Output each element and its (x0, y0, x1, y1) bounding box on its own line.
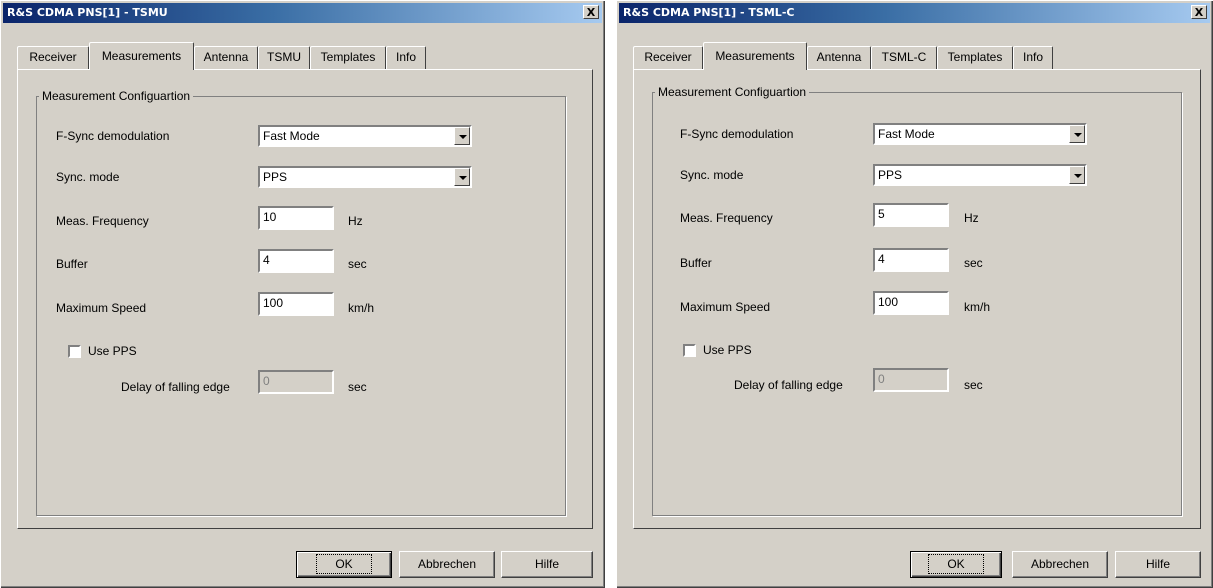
tab-info[interactable]: Info (1013, 46, 1053, 69)
buffer-unit: sec (348, 257, 367, 271)
fsync-value: Fast Mode (263, 129, 320, 143)
fsync-value: Fast Mode (878, 127, 935, 141)
meas-frequency-label: Meas. Frequency (56, 214, 149, 228)
meas-frequency-input[interactable]: 5 (873, 203, 949, 227)
sync-mode-value: PPS (878, 168, 903, 182)
sync-mode-select[interactable]: PPS (873, 164, 1087, 186)
help-button[interactable]: Hilfe (501, 551, 593, 578)
delay-unit: sec (348, 380, 367, 394)
tab-info[interactable]: Info (386, 46, 426, 69)
close-button[interactable]: X (1191, 5, 1207, 19)
max-speed-input[interactable]: 100 (258, 292, 334, 316)
tab-templates[interactable]: Templates (310, 46, 386, 69)
sync-mode-select[interactable]: PPS (258, 166, 472, 188)
delay-input: 0 (258, 370, 334, 394)
group-title: Measurement Configuartion (39, 89, 194, 103)
fsync-label: F-Sync demodulation (56, 129, 170, 143)
fsync-select[interactable]: Fast Mode (873, 123, 1087, 145)
measurements-page: Measurement Configuartion F-Sync demodul… (633, 69, 1201, 529)
max-speed-unit: km/h (964, 300, 991, 314)
tab-measurements[interactable]: Measurements (703, 42, 807, 70)
sync-mode-value: PPS (263, 170, 288, 184)
use-pps-checkbox[interactable] (683, 344, 696, 357)
cancel-button[interactable]: Abbrechen (1012, 551, 1108, 578)
close-button[interactable]: X (583, 5, 599, 19)
tab-measurements[interactable]: Measurements (89, 42, 194, 70)
chevron-down-icon[interactable] (1069, 166, 1085, 184)
buffer-input[interactable]: 4 (258, 249, 334, 273)
tab-templates[interactable]: Templates (937, 46, 1013, 69)
meas-frequency-input[interactable]: 10 (258, 206, 334, 230)
use-pps-label: Use PPS (703, 343, 752, 357)
delay-unit: sec (964, 378, 983, 392)
ok-button[interactable]: OK (910, 551, 1002, 578)
use-pps-label: Use PPS (88, 344, 137, 358)
delay-label: Delay of falling edge (121, 380, 230, 394)
meas-frequency-unit: Hz (348, 214, 363, 228)
title-bar[interactable]: R&S CDMA PNS[1] - TSMU X (3, 3, 602, 23)
buffer-input[interactable]: 4 (873, 248, 949, 272)
max-speed-unit: km/h (348, 301, 375, 315)
delay-label: Delay of falling edge (734, 378, 843, 392)
group-title: Measurement Configuartion (655, 85, 810, 99)
dialog-tsml-c: R&S CDMA PNS[1] - TSML-C X Receiver Meas… (616, 0, 1213, 588)
fsync-select[interactable]: Fast Mode (258, 125, 472, 147)
title-bar[interactable]: R&S CDMA PNS[1] - TSML-C X (619, 3, 1210, 23)
chevron-down-icon[interactable] (454, 127, 470, 145)
tab-antenna[interactable]: Antenna (807, 46, 871, 69)
meas-frequency-unit: Hz (964, 211, 979, 225)
buffer-label: Buffer (56, 257, 88, 271)
tab-antenna[interactable]: Antenna (194, 46, 258, 69)
ok-label: OK (928, 554, 984, 574)
delay-input: 0 (873, 368, 949, 392)
help-button[interactable]: Hilfe (1115, 551, 1201, 578)
dialog-tsmu: R&S CDMA PNS[1] - TSMU X Receiver Measur… (0, 0, 605, 588)
sync-mode-label: Sync. mode (56, 170, 120, 184)
measurements-page: Measurement Configuartion F-Sync demodul… (17, 69, 593, 529)
tab-tsml-c[interactable]: TSML-C (871, 46, 937, 69)
window-title: R&S CDMA PNS[1] - TSMU (7, 6, 168, 19)
max-speed-label: Maximum Speed (56, 301, 147, 315)
max-speed-label: Maximum Speed (680, 300, 771, 314)
ok-button[interactable]: OK (296, 551, 392, 578)
tab-receiver[interactable]: Receiver (17, 46, 89, 69)
max-speed-input[interactable]: 100 (873, 291, 949, 315)
ok-label: OK (316, 554, 372, 574)
buffer-unit: sec (964, 256, 983, 270)
use-pps-checkbox[interactable] (68, 345, 81, 358)
tab-receiver[interactable]: Receiver (633, 46, 703, 69)
tab-tsmu[interactable]: TSMU (258, 46, 310, 69)
window-title: R&S CDMA PNS[1] - TSML-C (623, 6, 795, 19)
fsync-label: F-Sync demodulation (680, 127, 794, 141)
cancel-button[interactable]: Abbrechen (399, 551, 495, 578)
meas-frequency-label: Meas. Frequency (680, 211, 773, 225)
chevron-down-icon[interactable] (454, 168, 470, 186)
sync-mode-label: Sync. mode (680, 168, 744, 182)
chevron-down-icon[interactable] (1069, 125, 1085, 143)
buffer-label: Buffer (680, 256, 712, 270)
